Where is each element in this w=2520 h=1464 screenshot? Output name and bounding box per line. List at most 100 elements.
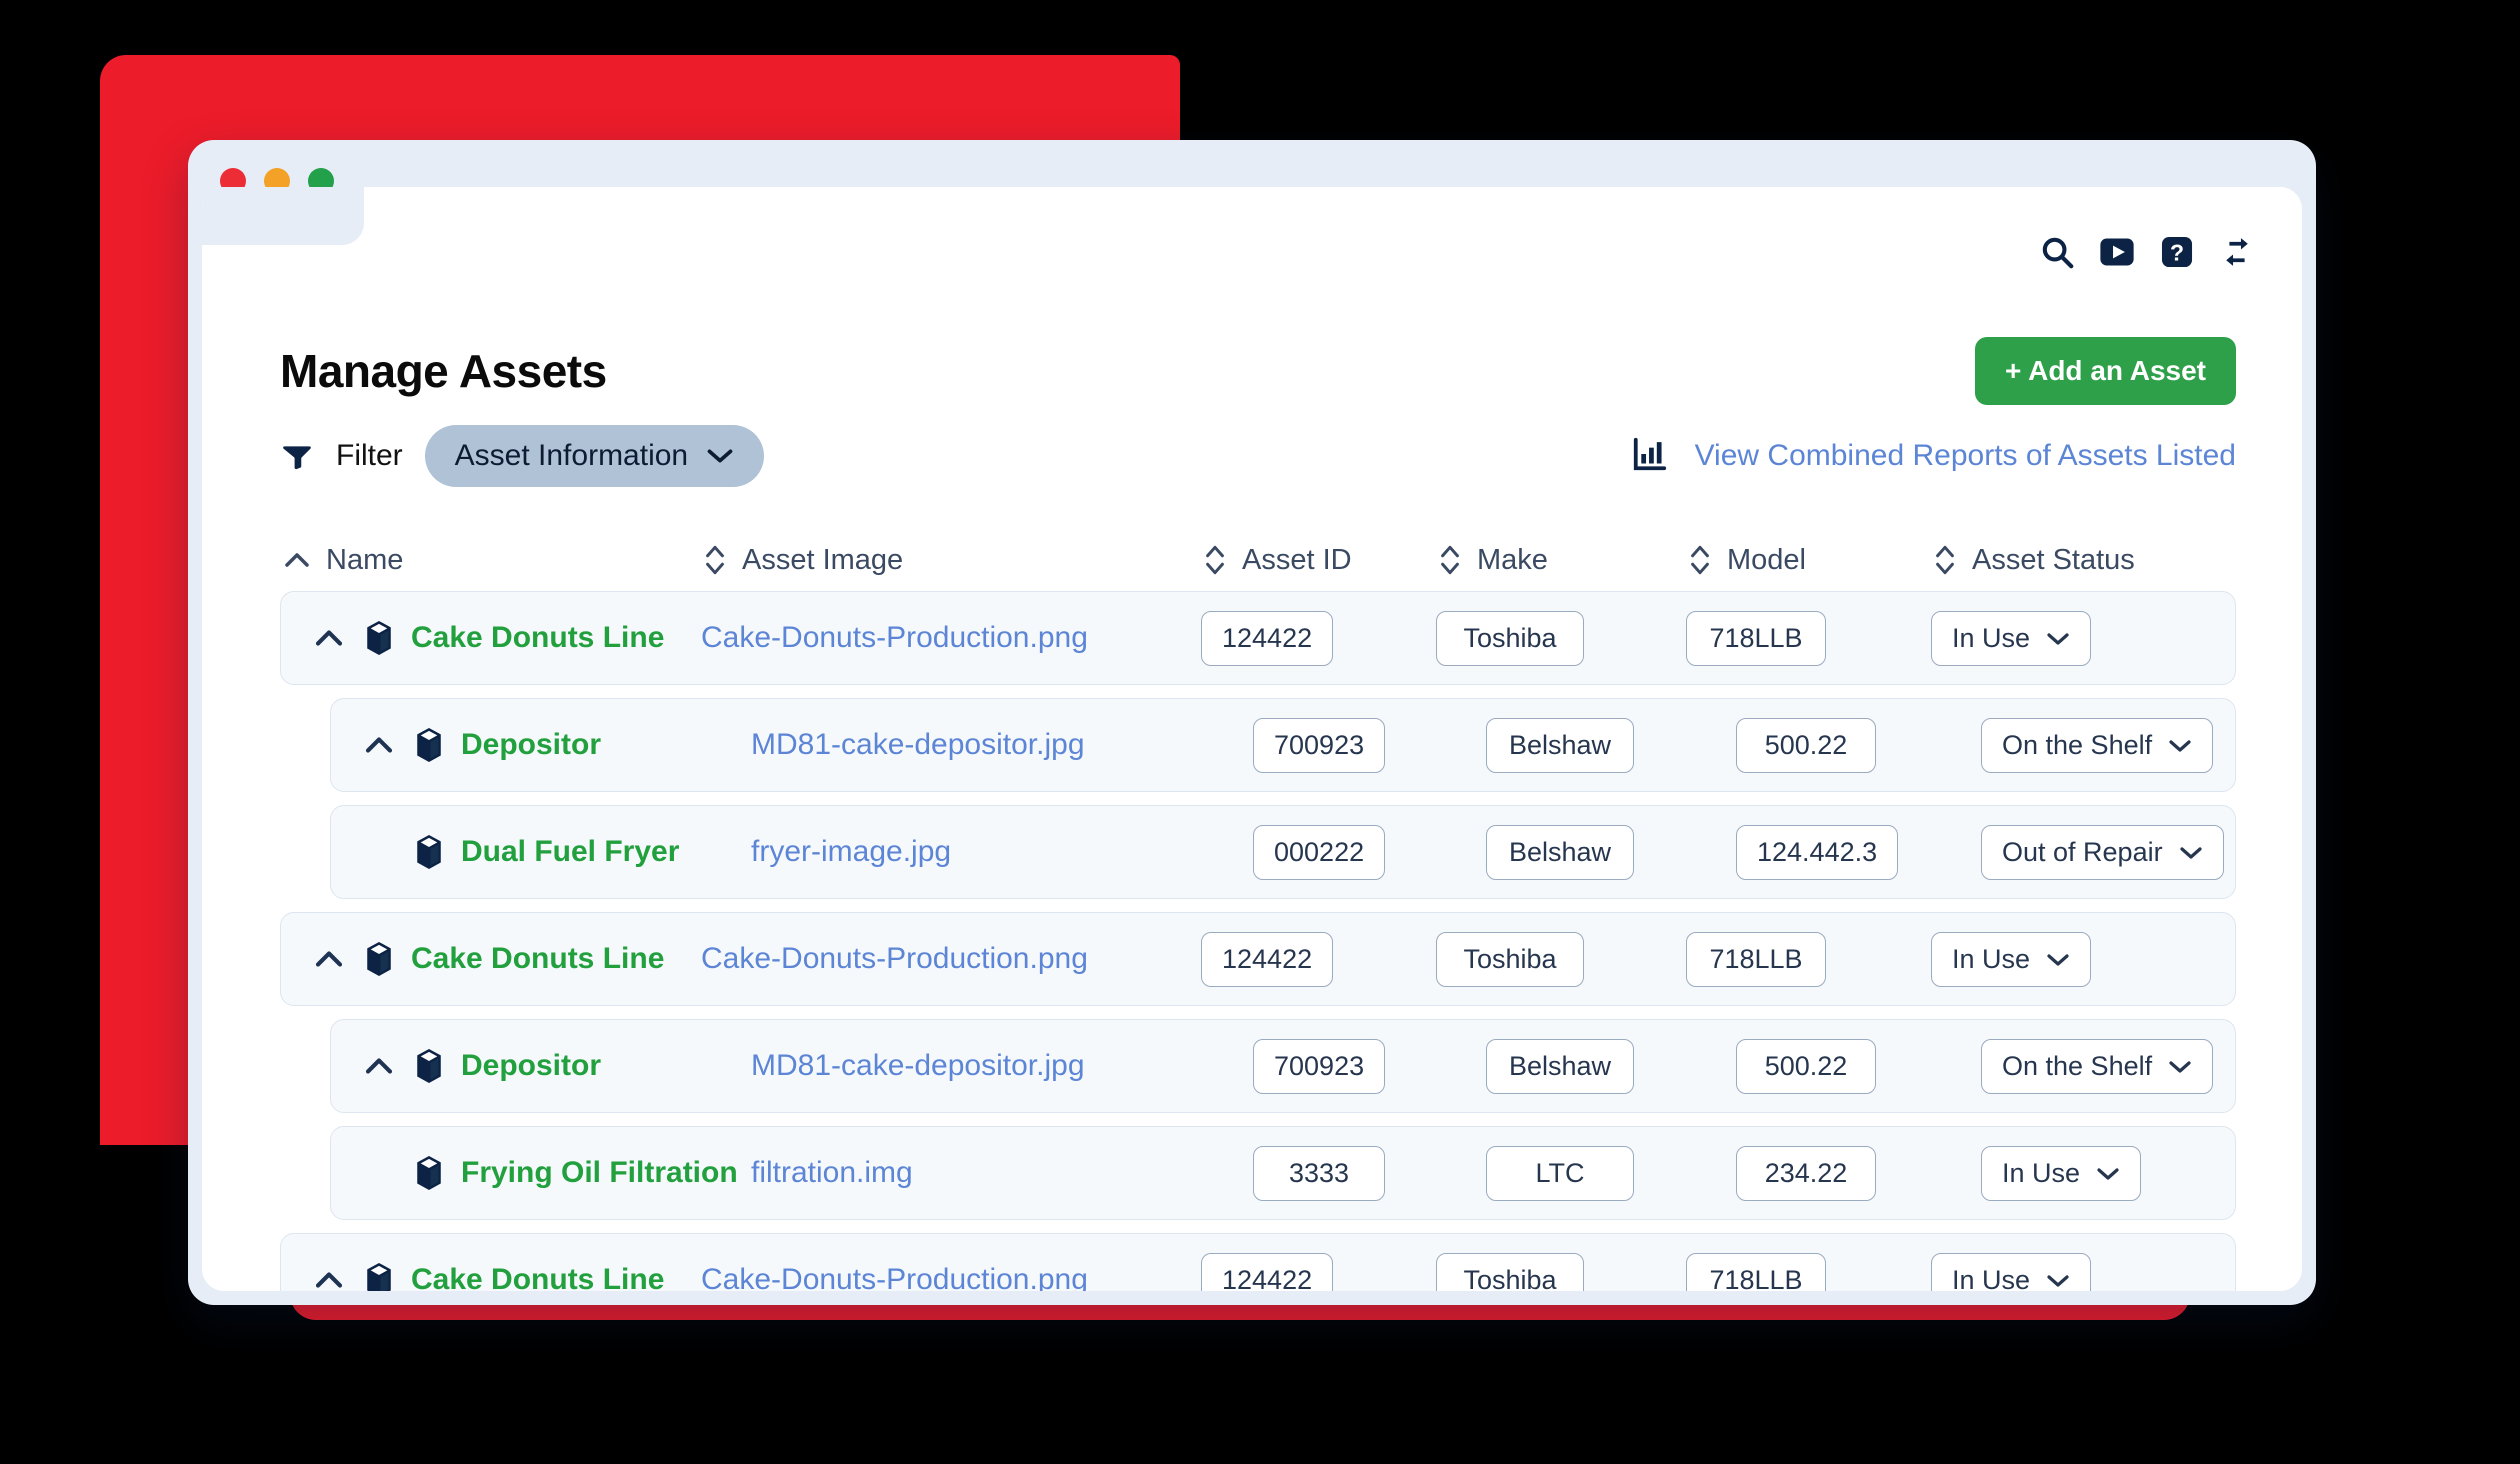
asset-image-link[interactable]: filtration.img [751,1156,913,1190]
table-row[interactable]: Cake Donuts Line Cake-Donuts-Production.p… [280,591,2236,685]
asset-image-link[interactable]: fryer-image.jpg [751,835,951,869]
funnel-icon[interactable] [280,439,314,473]
asset-make-field[interactable]: Toshiba [1436,932,1584,987]
asset-status-dropdown[interactable]: In Use [1931,932,2091,987]
asset-name-label[interactable]: Cake Donuts Line [411,942,664,976]
column-header-make: Make [1437,542,1687,578]
table-body: Cake Donuts Line Cake-Donuts-Production.p… [280,591,2236,1291]
table-row[interactable]: Depositor MD81-cake-depositor.jpg 700923 Be… [330,698,2236,792]
sort-make-button[interactable]: Make [1437,542,1687,578]
sort-status-button[interactable]: Asset Status [1932,542,2252,578]
asset-image-link[interactable]: Cake-Donuts-Production.png [701,621,1088,655]
asset-make-field[interactable]: Belshaw [1486,1039,1634,1094]
asset-id-field[interactable]: 700923 [1253,718,1385,773]
asset-status-dropdown[interactable]: Out of Repair [1981,825,2224,880]
asset-status-label: Out of Repair [2002,837,2163,868]
asset-id-field[interactable]: 124422 [1201,1253,1333,1292]
asset-name-label[interactable]: Depositor [461,1049,601,1083]
asset-status-dropdown[interactable]: In Use [1931,1253,2091,1292]
sort-name-button[interactable]: Name [282,544,702,577]
asset-name-label[interactable]: Cake Donuts Line [411,1263,664,1291]
sort-toggle-icon [1202,542,1228,578]
asset-status-cell: Out of Repair [1981,825,2301,880]
column-header-label: Name [326,544,403,577]
sort-model-button[interactable]: Model [1687,542,1932,578]
asset-make-cell: Belshaw [1486,825,1736,880]
view-combined-reports-label: View Combined Reports of Assets Listed [1695,439,2236,473]
asset-id-field[interactable]: 3333 [1253,1146,1385,1201]
asset-name-cell: Cake Donuts Line [281,1262,701,1291]
sync-icon[interactable] [2216,231,2258,273]
search-icon[interactable] [2036,231,2078,273]
asset-make-field[interactable]: Toshiba [1436,611,1584,666]
asset-model-field[interactable]: 500.22 [1736,1039,1876,1094]
asset-status-dropdown[interactable]: In Use [1981,1146,2141,1201]
asset-model-field[interactable]: 500.22 [1736,718,1876,773]
asset-make-field[interactable]: LTC [1486,1146,1634,1201]
collapse-row-chevron-up-icon[interactable] [307,627,351,649]
play-icon[interactable] [2096,231,2138,273]
asset-model-field[interactable]: 124.442.3 [1736,825,1898,880]
asset-model-field[interactable]: 718LLB [1686,1253,1826,1292]
column-header-status: Asset Status [1932,542,2252,578]
asset-name-label[interactable]: Dual Fuel Fryer [461,835,679,869]
table-row[interactable]: Dual Fuel Fryer fryer-image.jpg 000222 Bels… [330,805,2236,899]
asset-status-cell: In Use [1931,1253,2251,1292]
asset-model-cell: 500.22 [1736,718,1981,773]
titlebar-notch [202,187,364,245]
asset-name-cell: Depositor [331,1048,751,1084]
asset-model-field[interactable]: 718LLB [1686,611,1826,666]
asset-image-link[interactable]: MD81-cake-depositor.jpg [751,1049,1085,1083]
filter-controls: Filter Asset Information [280,425,764,487]
bar-chart-icon [1631,435,1669,478]
asset-make-cell: Belshaw [1486,718,1736,773]
asset-model-cell: 718LLB [1686,611,1931,666]
asset-id-field[interactable]: 700923 [1253,1039,1385,1094]
asset-image-link[interactable]: MD81-cake-depositor.jpg [751,728,1085,762]
asset-status-cell: In Use [1931,932,2251,987]
sort-id-button[interactable]: Asset ID [1202,542,1437,578]
asset-make-field[interactable]: Belshaw [1486,825,1634,880]
table-header-row: NameAsset ImageAsset IDMakeModelAsset St… [280,529,2236,591]
column-header-label: Asset ID [1242,544,1352,577]
asset-status-dropdown[interactable]: On the Shelf [1981,1039,2213,1094]
asset-model-field[interactable]: 234.22 [1736,1146,1876,1201]
asset-image-link[interactable]: Cake-Donuts-Production.png [701,942,1088,976]
table-row[interactable]: Frying Oil Filtration filtration.img 3333 L… [330,1126,2236,1220]
asset-id-field[interactable]: 000222 [1253,825,1385,880]
table-row[interactable]: Cake Donuts Line Cake-Donuts-Production.p… [280,1233,2236,1291]
collapse-row-chevron-up-icon[interactable] [357,734,401,756]
collapse-row-chevron-up-icon[interactable] [307,1269,351,1291]
filter-bar: Filter Asset Information [202,425,2302,487]
view-combined-reports-link[interactable]: View Combined Reports of Assets Listed [1631,435,2236,478]
add-an-asset-button[interactable]: + Add an Asset [1975,337,2236,405]
asset-make-field[interactable]: Belshaw [1486,718,1634,773]
asset-name-label[interactable]: Frying Oil Filtration [461,1156,738,1190]
asset-image-link[interactable]: Cake-Donuts-Production.png [701,1263,1088,1291]
help-icon[interactable]: ? [2156,231,2198,273]
asset-status-label: In Use [2002,1158,2080,1189]
table-row[interactable]: Cake Donuts Line Cake-Donuts-Production.p… [280,912,2236,1006]
asset-status-dropdown[interactable]: In Use [1931,611,2091,666]
asset-model-field[interactable]: 718LLB [1686,932,1826,987]
collapse-row-chevron-up-icon[interactable] [307,948,351,970]
collapse-row-chevron-up-icon[interactable] [357,1055,401,1077]
asset-information-dropdown[interactable]: Asset Information [425,425,764,487]
asset-status-dropdown[interactable]: On the Shelf [1981,718,2213,773]
column-header-model: Model [1687,542,1932,578]
sort-image-button[interactable]: Asset Image [702,542,1202,578]
asset-id-field[interactable]: 124422 [1201,611,1333,666]
browser-window: ? Manage Assets + Add an Asset [188,140,2316,1305]
column-header-label: Asset Image [742,544,903,577]
asset-make-field[interactable]: Toshiba [1436,1253,1584,1292]
table-row[interactable]: Depositor MD81-cake-depositor.jpg 700923 Be… [330,1019,2236,1113]
sort-toggle-icon [1932,542,1958,578]
chevron-down-icon [2046,1265,2070,1292]
asset-name-label[interactable]: Cake Donuts Line [411,621,664,655]
svg-text:?: ? [2170,240,2184,266]
asset-model-cell: 124.442.3 [1736,825,1981,880]
asset-name-label[interactable]: Depositor [461,728,601,762]
asset-name-cell: Cake Donuts Line [281,620,701,656]
asset-id-field[interactable]: 124422 [1201,932,1333,987]
asset-make-cell: Toshiba [1436,611,1686,666]
